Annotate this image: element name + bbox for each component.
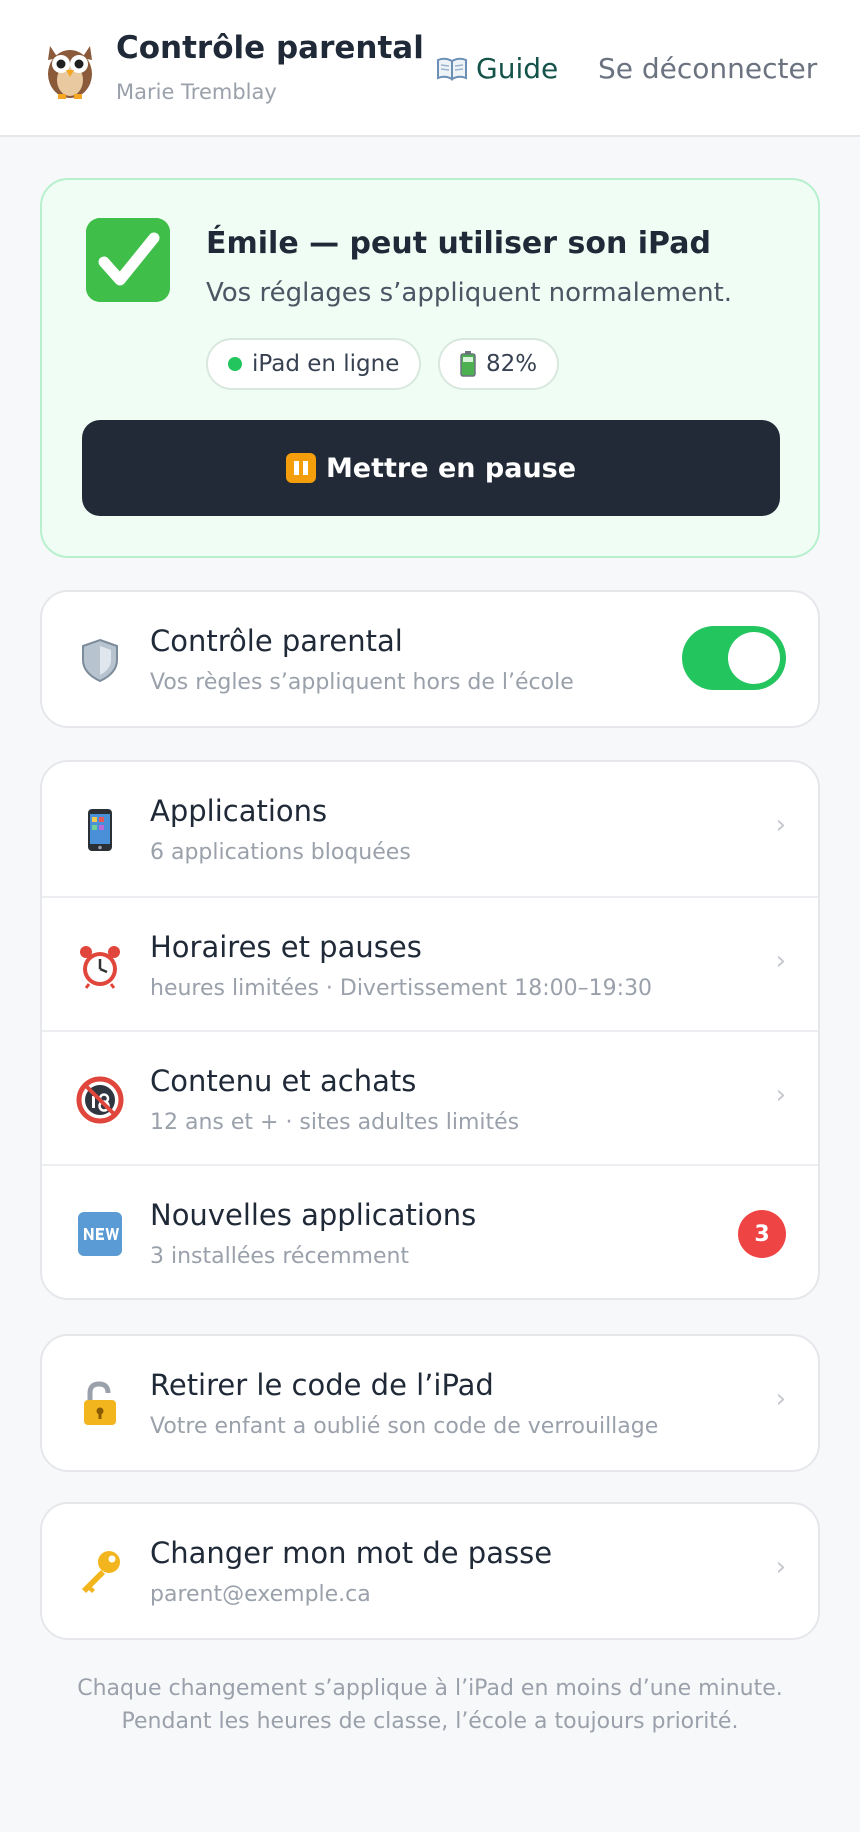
online-dot-icon [228,357,242,371]
row-subtitle: parent@exemple.ca [150,1582,371,1607]
row-title: Applications [150,794,328,828]
new-apps-count-badge: 3 [738,1210,786,1258]
chevron-right-icon: › [775,1384,786,1414]
online-label: iPad en ligne [252,351,400,377]
pause-label: Mettre en pause [325,452,577,484]
toggle-knob [728,632,780,684]
battery-badge: 82% [438,338,560,390]
owl-logo-icon [48,46,92,99]
user-name: Marie Tremblay [116,80,277,104]
row-subtitle: 3 installées récemment [150,1244,410,1269]
pause-icon [285,453,316,483]
row-title: Retirer le code de l’iPad [150,1368,494,1402]
shield-icon [82,638,118,683]
row-subtitle: Votre enfant a oublié son code de verrou… [150,1414,659,1439]
parental-control-card: Contrôle parental Vos règles s’appliquen… [40,590,820,728]
online-badge: iPad en ligne [206,338,422,390]
remove-passcode-row[interactable]: Retirer le code de l’iPad Votre enfant a… [42,1336,818,1470]
unlocked-padlock-icon [84,1381,116,1425]
phone-icon [88,809,112,851]
change-password-card: Changer mon mot de passe parent@exemple.… [40,1502,820,1640]
change-password-row[interactable]: Changer mon mot de passe parent@exemple.… [42,1504,818,1638]
row-title: Nouvelles applications [150,1198,477,1232]
status-title: Émile — peut utiliser son iPad [206,226,711,261]
app-title: Contrôle parental [116,30,424,66]
row-title: Horaires et pauses [150,930,422,964]
settings-row-schedules[interactable]: Horaires et pauses heures limitées · Div… [42,896,818,1030]
parental-control-toggle[interactable] [682,626,786,690]
device-status-card: Émile — peut utiliser son iPad Vos régla… [40,178,820,558]
key-icon [82,1551,120,1593]
check-mark-icon [86,218,170,302]
chevron-right-icon: › [775,946,786,976]
row-subtitle: 6 applications bloquées [150,840,411,865]
chevron-right-icon: › [775,1080,786,1110]
remove-passcode-card: Retirer le code de l’iPad Votre enfant a… [40,1334,820,1472]
row-subtitle: 12 ans et + · sites adultes limités [150,1110,520,1135]
parental-control-row: Contrôle parental Vos règles s’appliquen… [42,592,818,726]
guide-label: Guide [476,52,559,85]
chevron-right-icon: › [775,1552,786,1582]
footer-line-2: Pendant les heures de classe, l’école a … [121,1709,739,1734]
battery-label: 82% [486,351,538,377]
guide-link[interactable]: Guide [436,52,558,85]
settings-row-applications[interactable]: Applications 6 applications bloquées › [42,762,818,896]
row-title: Contenu et achats [150,1064,417,1098]
new-icon [78,1212,122,1256]
footer-note: Chaque changement s’applique à l’iPad en… [40,1672,820,1738]
chevron-right-icon: › [775,810,786,840]
row-title: Changer mon mot de passe [150,1536,553,1570]
settings-row-content[interactable]: Contenu et achats 12 ans et + · sites ad… [42,1030,818,1164]
battery-icon [460,351,476,377]
no-under-18-icon [76,1076,124,1124]
row-title: Contrôle parental [150,624,403,658]
pause-button[interactable]: Mettre en pause [82,420,780,516]
row-subtitle: heures limitées · Divertissement 18:00–1… [150,976,653,1001]
status-subtitle: Vos réglages s’appliquent normalement. [206,278,733,308]
settings-list-card: Applications 6 applications bloquées › H… [40,760,820,1300]
logout-link[interactable]: Se déconnecter [598,52,817,85]
row-subtitle: Vos règles s’appliquent hors de l’école [150,670,574,695]
settings-row-new-apps[interactable]: Nouvelles applications 3 installées réce… [42,1164,818,1298]
app-header: Contrôle parental Marie Tremblay Guide S… [0,0,860,137]
alarm-clock-icon [80,946,120,989]
footer-line-1: Chaque changement s’applique à l’iPad en… [77,1676,783,1701]
book-icon [437,57,467,81]
